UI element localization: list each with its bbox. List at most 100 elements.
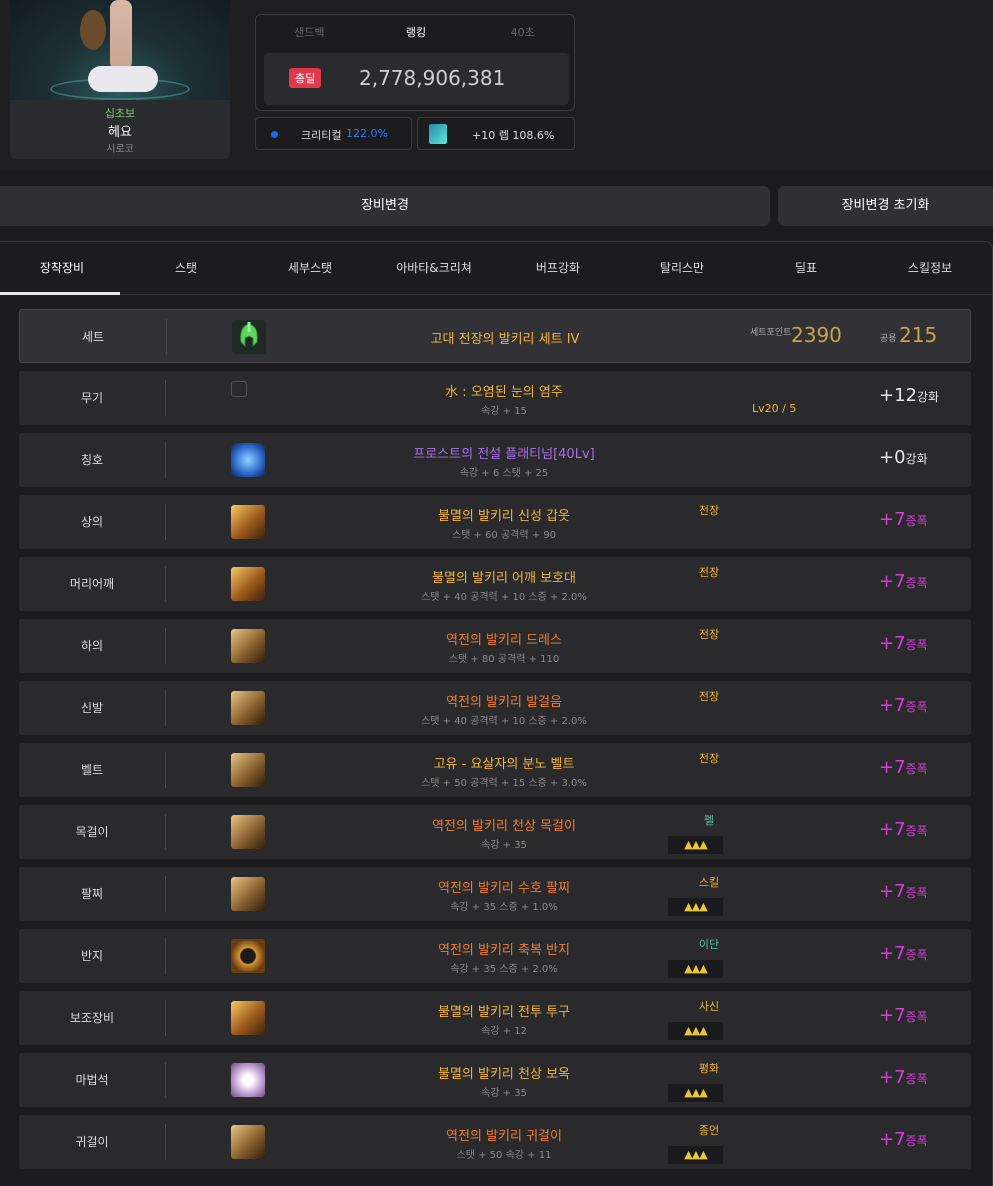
- item-name[interactable]: 역전의 발키리 축복 반지: [319, 939, 689, 958]
- character-header: 십초보 헤요 시로코 샌드백 랭킹 40초 총딜 2,778,906,381 크…: [0, 0, 993, 171]
- critical-dot-icon: [271, 131, 278, 138]
- slot-label: 반지: [80, 949, 104, 963]
- tab-equipped[interactable]: 장착장비: [0, 242, 124, 295]
- equipment-row[interactable]: 귀걸이 역전의 발키리 귀걸이 스탯 + 50 속강 + 11 종언 ▲▲▲ +7증폭: [19, 1115, 971, 1169]
- enhance-number: +7: [879, 881, 906, 902]
- tab-skill-info[interactable]: 스킬정보: [868, 242, 992, 294]
- equipment-row[interactable]: 하의 역전의 발키리 드레스 스탯 + 80 공격력 + 110 전장 +7증폭: [19, 619, 971, 673]
- enhance-number: +7: [879, 633, 906, 654]
- equipment-row[interactable]: 상의 불멸의 발키리 신성 갑옷 스탯 + 60 공격력 + 90 전장 +7증폭: [19, 495, 971, 549]
- item-name[interactable]: 역전의 발키리 드레스: [319, 629, 689, 648]
- equipment-row[interactable]: 팔찌 역전의 발키리 수호 팔찌 속강 + 35 스증 + 1.0% 스킬 ▲▲▲ +7증…: [19, 867, 971, 921]
- enhance-number: +7: [879, 757, 906, 778]
- enhance-number: +12: [879, 385, 917, 406]
- tab-stats[interactable]: 스탯: [124, 242, 248, 294]
- item-icon[interactable]: [231, 753, 265, 787]
- item-name[interactable]: 역전의 발키리 수호 팔찌: [319, 877, 689, 896]
- tab-avatar-creature[interactable]: 아바타&크리쳐: [372, 242, 496, 294]
- item-name[interactable]: 프로스트의 전설 플래티넘[40Lv]: [319, 443, 689, 462]
- cloud-icon: [88, 66, 158, 92]
- enhance-value: +7증폭: [879, 819, 971, 840]
- item-icon[interactable]: [231, 505, 265, 539]
- stars-badge-icon: ▲▲▲: [668, 836, 723, 854]
- item-icon[interactable]: [231, 691, 265, 725]
- item-options: 속강 + 6 스탯 + 25: [459, 468, 549, 479]
- item-icon[interactable]: [231, 443, 265, 477]
- divider: [165, 1000, 166, 1036]
- divider: [165, 1062, 166, 1098]
- equipment-row[interactable]: 보조장비 불멸의 발키리 전투 투구 속강 + 12 사신 ▲▲▲ +7증폭: [19, 991, 971, 1045]
- item-options: 스탯 + 80 공격력 + 110: [448, 654, 560, 665]
- divider: [166, 319, 167, 355]
- broken-image-icon[interactable]: [231, 381, 247, 397]
- character-card[interactable]: 십초보 헤요 시로코: [10, 0, 230, 159]
- tab-buff-enhance[interactable]: 버프강화: [496, 242, 620, 294]
- item-name[interactable]: 불멸의 발키리 어깨 보호대: [319, 567, 689, 586]
- enhance-unit: 증폭: [905, 638, 928, 652]
- slot-label: 목걸이: [75, 825, 109, 839]
- set-row[interactable]: 세트 고대 전장의 발키리 세트 IV 세트포인트 2390 공용 215: [19, 309, 971, 363]
- ranking-tab-ranking[interactable]: 랭킹: [363, 24, 470, 40]
- enhance-unit: 증폭: [905, 1010, 928, 1024]
- common-value: 215: [899, 323, 938, 347]
- item-name[interactable]: 불멸의 발키리 전투 투구: [319, 1001, 689, 1020]
- slot-label: 마법석: [75, 1073, 109, 1087]
- divider: [165, 938, 166, 974]
- item-tag: 전장: [698, 566, 720, 579]
- item-icon[interactable]: [231, 939, 265, 973]
- item-name[interactable]: 역전의 발키리 발걸음: [319, 691, 689, 710]
- equipment-row[interactable]: 무기 水 : 오염된 눈의 염주 속강 + 15 Lv20 / 5 +12강화: [19, 371, 971, 425]
- item-options: 속강 + 12: [481, 1026, 527, 1037]
- item-name[interactable]: 역전의 발키리 천상 목걸이: [319, 815, 689, 834]
- equipment-row[interactable]: 칭호 프로스트의 전설 플래티넘[40Lv] 속강 + 6 스탯 + 25 +0강화: [19, 433, 971, 487]
- tab-talisman[interactable]: 탈리스만: [620, 242, 744, 294]
- item-tag: 사신: [698, 1000, 720, 1013]
- equipment-panel: 장착장비 스탯 세부스탯 아바타&크리쳐 버프강화 탈리스만 딜표 스킬정보 세…: [0, 241, 993, 1186]
- equipment-list: 세트 고대 전장의 발키리 세트 IV 세트포인트 2390 공용 215 무기…: [19, 309, 971, 1177]
- equipment-row[interactable]: 벨트 고유 - 요살자의 분노 벨트 스탯 + 50 공격력 + 15 스증 + 3…: [19, 743, 971, 797]
- enhance-unit: 증폭: [905, 1134, 928, 1148]
- tab-detail-stats[interactable]: 세부스탯: [248, 242, 372, 294]
- equipment-change-button[interactable]: 장비변경: [0, 186, 770, 226]
- equipment-row[interactable]: 반지 역전의 발키리 축복 반지 속강 + 35 스증 + 2.0% 이단 ▲▲▲ +7증…: [19, 929, 971, 983]
- enhance-number: +7: [879, 509, 906, 530]
- item-icon[interactable]: [231, 877, 265, 911]
- enhance-unit: 증폭: [905, 576, 928, 590]
- stars-badge-icon: ▲▲▲: [668, 1146, 723, 1164]
- item-tag: 전장: [698, 690, 720, 703]
- item-name[interactable]: 水 : 오염된 눈의 염주: [319, 381, 689, 400]
- character-name: 헤요: [108, 125, 132, 140]
- equipment-row[interactable]: 마법석 불멸의 발키리 천상 보옥 속강 + 35 평화 ▲▲▲ +7증폭: [19, 1053, 971, 1107]
- divider: [165, 504, 166, 540]
- ranking-tab-sandbag[interactable]: 샌드백: [256, 24, 363, 40]
- set-point-label: 세트포인트: [750, 328, 792, 338]
- equipment-row[interactable]: 머리어깨 불멸의 발키리 어깨 보호대 스탯 + 40 공격력 + 10 스증 + …: [19, 557, 971, 611]
- common-label: 공용: [880, 334, 897, 344]
- critical-value: 122.0%: [346, 127, 388, 140]
- enhance-value: +7증폭: [879, 1005, 971, 1026]
- equipment-row[interactable]: 신발 역전의 발키리 발걸음 스탯 + 40 공격력 + 10 스증 + 2.0% 전…: [19, 681, 971, 735]
- enhance-unit: 강화: [917, 390, 940, 404]
- item-options: 속강 + 35 스증 + 2.0%: [450, 964, 558, 975]
- item-icon[interactable]: [231, 1063, 265, 1097]
- item-name[interactable]: 불멸의 발키리 신성 갑옷: [319, 505, 689, 524]
- set-point-value: 2390: [791, 323, 842, 347]
- item-name[interactable]: 역전의 발키리 귀걸이: [319, 1125, 689, 1144]
- item-tag: 스킬: [698, 876, 720, 889]
- item-icon[interactable]: [231, 1001, 265, 1035]
- item-icon[interactable]: [231, 1125, 265, 1159]
- equipment-row[interactable]: 목걸이 역전의 발키리 천상 목걸이 속강 + 35 펠 ▲▲▲ +7증폭: [19, 805, 971, 859]
- item-icon[interactable]: [231, 567, 265, 601]
- tab-damage-table[interactable]: 딜표: [744, 242, 868, 294]
- item-name[interactable]: 고유 - 요살자의 분노 벨트: [319, 753, 689, 772]
- character-server: 시로코: [106, 144, 134, 155]
- item-options: 스탯 + 50 공격력 + 15 스증 + 3.0%: [421, 778, 587, 789]
- stars-badge-icon: ▲▲▲: [668, 1022, 723, 1040]
- item-name[interactable]: 불멸의 발키리 천상 보옥: [319, 1063, 689, 1082]
- item-icon[interactable]: [231, 815, 265, 849]
- item-icon[interactable]: [231, 629, 265, 663]
- enhance-value: +7증폭: [879, 571, 971, 592]
- ranking-tab-40s[interactable]: 40초: [469, 24, 576, 40]
- divider: [165, 628, 166, 664]
- equipment-reset-button[interactable]: 장비변경 초기화: [778, 186, 993, 226]
